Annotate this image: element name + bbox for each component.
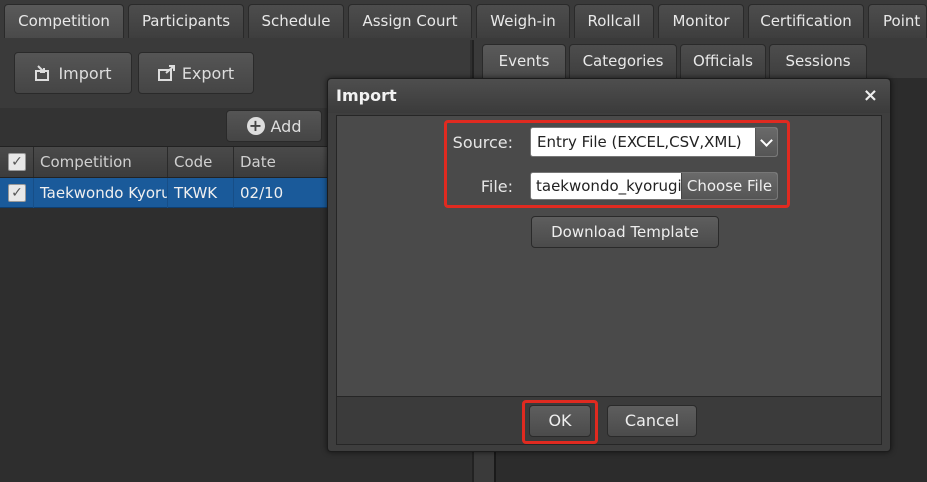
tab-point[interactable]: Point — [868, 4, 927, 38]
cancel-button[interactable]: Cancel — [607, 405, 697, 437]
tab-rollcall[interactable]: Rollcall — [574, 4, 654, 38]
tab-participants[interactable]: Participants — [128, 4, 244, 38]
tab-schedule[interactable]: Schedule — [248, 4, 344, 38]
file-label: File: — [480, 177, 513, 196]
row-checkbox-cell[interactable]: ✓ — [0, 178, 34, 208]
export-button[interactable]: Export — [138, 52, 254, 94]
header-select-all[interactable]: ✓ — [0, 147, 34, 177]
tab-sessions[interactable]: Sessions — [769, 44, 867, 78]
column-header-competition[interactable]: Competition — [34, 147, 168, 177]
top-tab-bar: Competition Participants Schedule Assign… — [0, 0, 927, 40]
source-select-value: Entry File (EXCEL,CSV,XML) — [537, 133, 742, 151]
tab-competition[interactable]: Competition — [4, 4, 124, 38]
close-icon[interactable]: × — [863, 79, 878, 113]
tab-weigh-in[interactable]: Weigh-in — [476, 4, 570, 38]
file-name-value: taekwondo_kyorugi.xlsx — [536, 177, 682, 195]
cell-competition: Taekwondo Kyorugi — [34, 178, 168, 208]
import-dialog: Import × Source: Entry File (EXCEL,CSV,X… — [327, 78, 891, 452]
export-button-label: Export — [181, 63, 235, 83]
download-template-button[interactable]: Download Template — [531, 216, 719, 248]
import-button[interactable]: Import — [14, 52, 132, 94]
source-select[interactable]: Entry File (EXCEL,CSV,XML) — [530, 127, 778, 157]
tab-assign-court[interactable]: Assign Court — [348, 4, 472, 38]
dialog-footer: OK Cancel — [336, 397, 882, 445]
tab-monitor[interactable]: Monitor — [658, 4, 744, 38]
tab-categories[interactable]: Categories — [569, 44, 677, 78]
tab-certification[interactable]: Certification — [748, 4, 864, 38]
export-icon — [157, 65, 176, 81]
row-checkbox[interactable]: ✓ — [8, 184, 26, 202]
import-icon — [34, 65, 52, 81]
add-button-label: Add — [270, 116, 302, 136]
cell-code: TKWK — [168, 178, 234, 208]
dialog-title: Import — [336, 86, 397, 105]
add-button[interactable]: + Add — [226, 110, 322, 142]
tab-officials[interactable]: Officials — [680, 44, 766, 78]
column-header-code[interactable]: Code — [168, 147, 234, 177]
source-label: Source: — [452, 133, 513, 152]
select-all-checkbox[interactable]: ✓ — [8, 153, 26, 171]
tab-events[interactable]: Events — [482, 44, 566, 78]
dialog-header: Import × — [328, 79, 890, 113]
plus-circle-icon: + — [246, 117, 265, 135]
chevron-down-icon[interactable] — [755, 128, 777, 156]
choose-file-button[interactable]: Choose File — [681, 173, 777, 199]
dialog-body: Source: Entry File (EXCEL,CSV,XML) File:… — [336, 115, 882, 397]
file-input[interactable]: taekwondo_kyorugi.xlsx Choose File — [530, 172, 778, 200]
import-button-label: Import — [58, 63, 112, 83]
ok-button[interactable]: OK — [529, 405, 591, 437]
